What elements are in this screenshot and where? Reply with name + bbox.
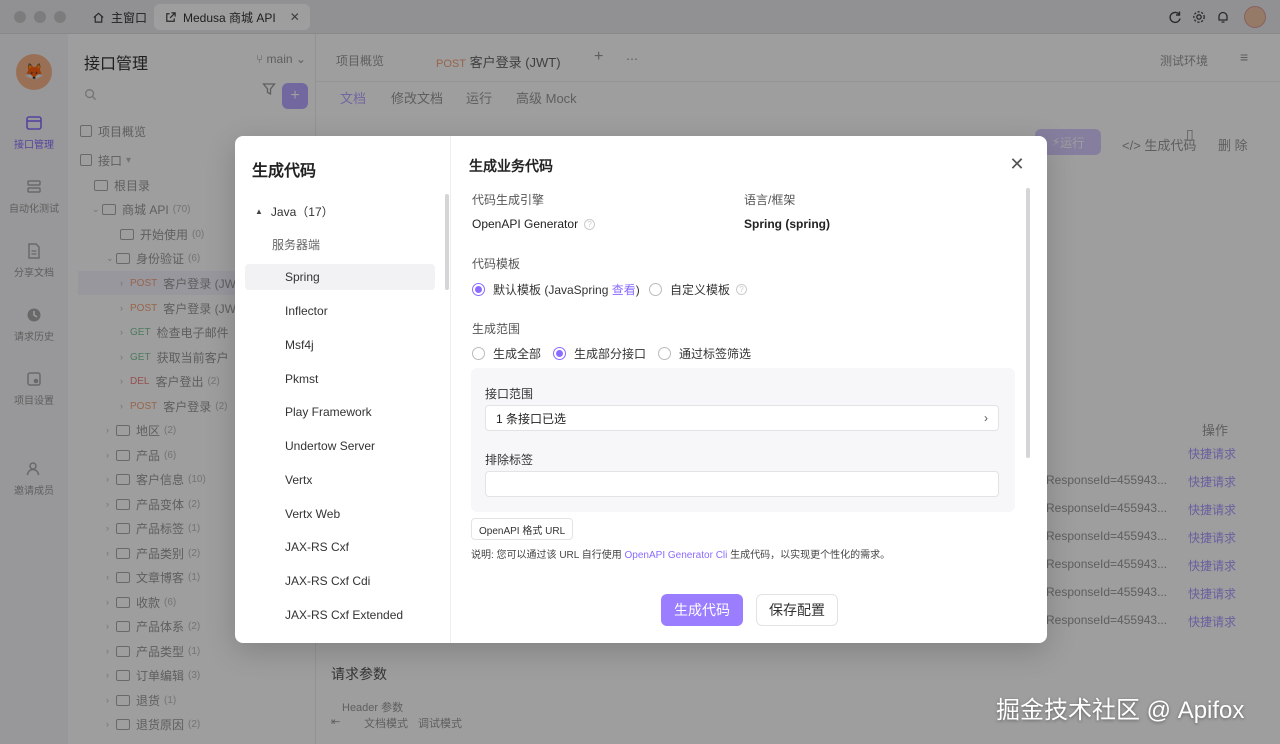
template-default-radio[interactable]: 默认模板 (JavaSpring 查看): [472, 281, 640, 298]
radio-button[interactable]: [658, 347, 671, 360]
framework-item[interactable]: Pkmst: [245, 366, 435, 392]
framework-item[interactable]: Vertx Web: [245, 501, 435, 527]
close-icon[interactable]: ✕: [1007, 154, 1027, 174]
template-label: 代码模板: [472, 257, 521, 271]
save-config-button[interactable]: 保存配置: [756, 594, 838, 626]
radio-button[interactable]: [472, 283, 485, 296]
watermark-text: 掘金技术社区 @ Apifox: [996, 697, 1245, 724]
scope-settings-box: 接口范围 1 条接口已选 › 排除标签: [471, 368, 1015, 512]
framework-item[interactable]: Play Framework: [245, 399, 435, 425]
framework-item[interactable]: Spring: [245, 264, 435, 290]
framework-item[interactable]: Vertx: [245, 467, 435, 493]
scope-tag-radio[interactable]: 通过标签筛选: [658, 345, 751, 362]
framework-item[interactable]: Undertow Server: [245, 433, 435, 459]
config-scrollbar[interactable]: [1026, 188, 1030, 458]
scope-partial-radio[interactable]: 生成部分接口: [553, 345, 646, 362]
engine-value: OpenAPI Generator?: [472, 217, 596, 231]
scope-all-radio[interactable]: 生成全部: [472, 345, 541, 362]
openapi-url-button[interactable]: OpenAPI 格式 URL: [471, 518, 574, 540]
framework-label: 语言/框架: [744, 193, 796, 207]
language-name: Java: [270, 205, 297, 219]
framework-item[interactable]: JAX-RS Cxf: [245, 534, 435, 560]
server-side-group: 服务器端: [272, 238, 321, 252]
caret-up-icon: ▲: [255, 207, 263, 216]
framework-item[interactable]: JAX-RS Cxf Extended: [245, 602, 435, 628]
radio-button[interactable]: [649, 283, 662, 296]
framework-value: Spring (spring): [744, 217, 830, 231]
radio-button[interactable]: [472, 347, 485, 360]
code-config-panel: 生成业务代码 ✕ 代码生成引擎 OpenAPI Generator? 语言/框架…: [451, 136, 1047, 643]
generate-code-dialog: 生成代码 ▲ Java（17） 服务器端 Spring Inflector Ms…: [235, 136, 1047, 643]
framework-item[interactable]: Inflector: [245, 298, 435, 324]
chevron-right-icon: ›: [984, 411, 988, 425]
exclude-tags-label: 排除标签: [485, 453, 534, 467]
scope-label: 生成范围: [472, 322, 521, 336]
config-title: 生成业务代码: [469, 158, 553, 174]
framework-item[interactable]: Msf4j: [245, 332, 435, 358]
template-custom-radio[interactable]: 自定义模板?: [649, 281, 748, 298]
api-scope-label: 接口范围: [485, 387, 534, 401]
exclude-tags-input[interactable]: [485, 471, 999, 497]
info-icon[interactable]: ?: [584, 219, 596, 231]
info-icon[interactable]: ?: [736, 284, 748, 295]
view-template-link[interactable]: 查看: [612, 281, 636, 298]
framework-item[interactable]: JAX-RS Cxf Cdi: [245, 568, 435, 594]
api-scope-select[interactable]: 1 条接口已选 ›: [485, 405, 999, 431]
generate-code-submit-button[interactable]: 生成代码: [661, 594, 743, 626]
radio-button[interactable]: [553, 347, 566, 360]
language-group-java[interactable]: ▲ Java（17）: [255, 203, 334, 220]
engine-label: 代码生成引擎: [472, 193, 545, 207]
openapi-cli-link[interactable]: OpenAPI Generator Cli: [625, 550, 728, 561]
dialog-title: 生成代码: [252, 163, 317, 180]
framework-list-panel: 生成代码 ▲ Java（17） 服务器端 Spring Inflector Ms…: [235, 136, 451, 643]
usage-note: 说明: 您可以通过该 URL 自行使用 OpenAPI Generator Cl…: [471, 550, 891, 561]
language-count: （17）: [296, 205, 334, 219]
framework-list-scrollbar[interactable]: [445, 194, 449, 290]
